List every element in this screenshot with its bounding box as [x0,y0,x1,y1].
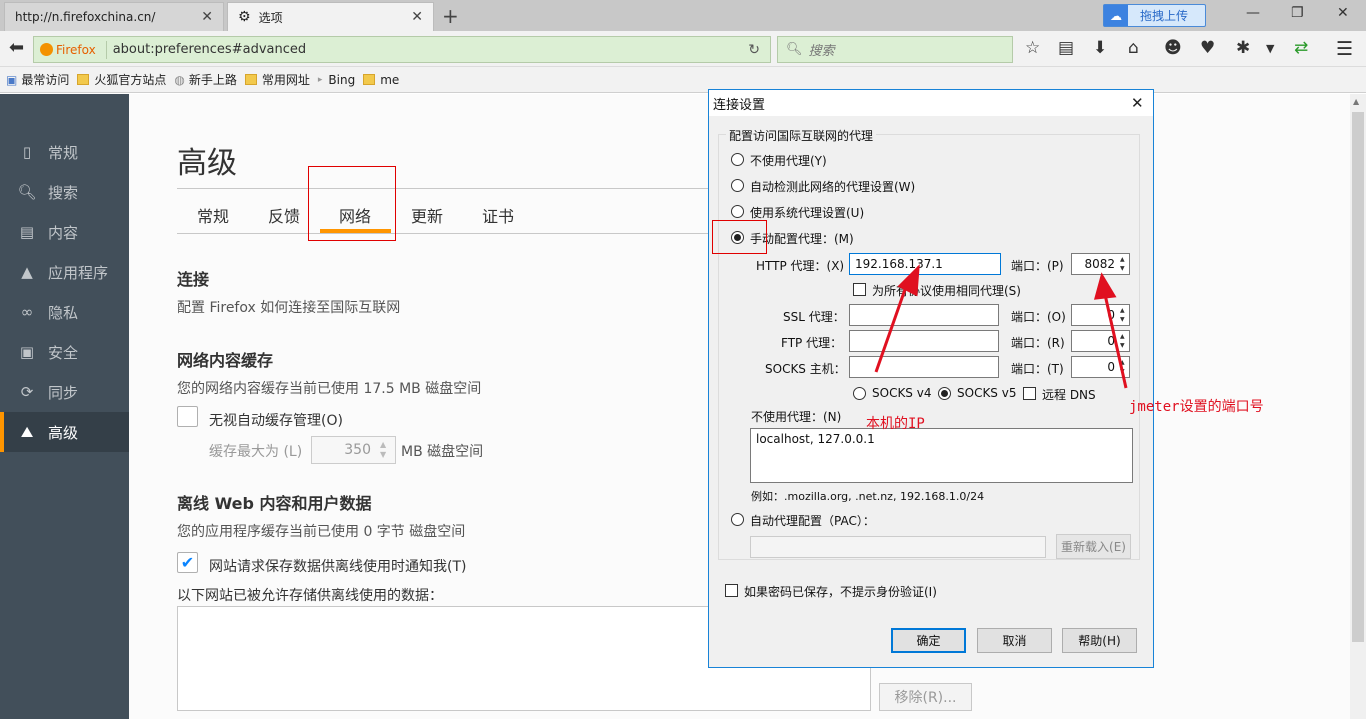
ip-arrow-head [897,264,920,297]
annotation-arrows [874,264,1128,389]
port-arrow [1102,289,1128,389]
port-annotation: jmeter设置的端口号 [1129,399,1264,415]
port-arrow-head [1093,272,1117,300]
ip-annotation: 本机的IP [866,416,925,432]
ip-arrow [874,277,911,373]
